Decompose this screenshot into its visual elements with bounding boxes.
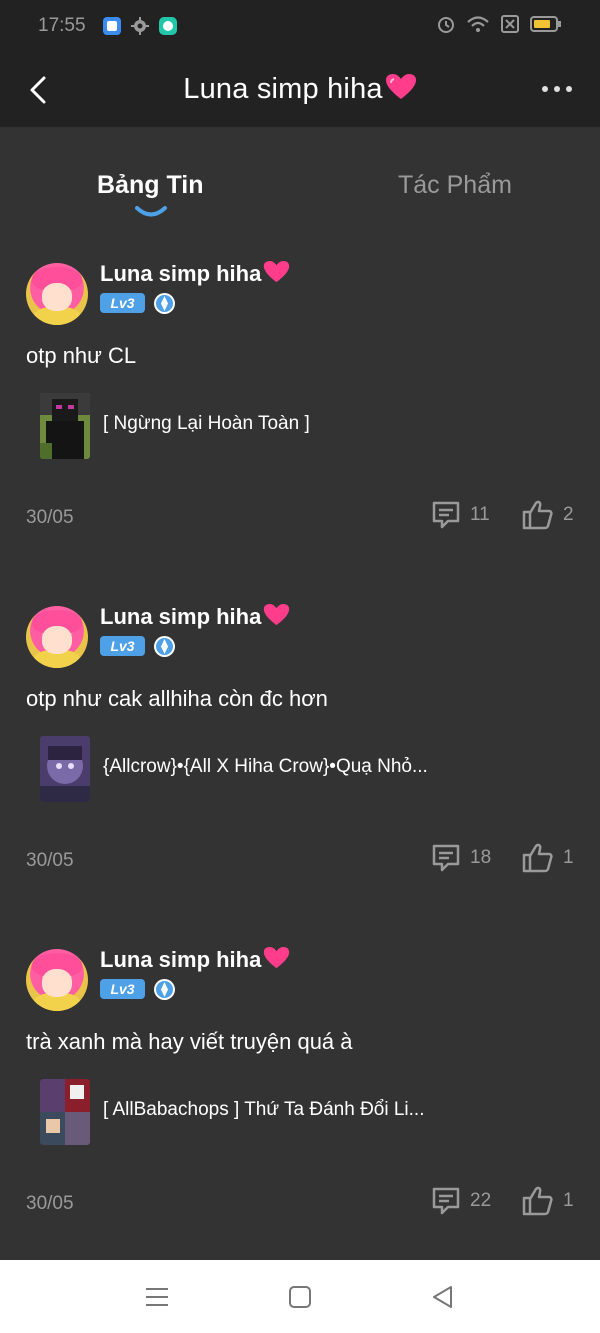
linked-work[interactable]: [ Ngừng Lại Hoàn Toàn ] [40,393,580,461]
page-title: Luna simp hiha [183,73,417,106]
like-count: 1 [563,1190,574,1211]
post-author[interactable]: Luna simp hiha [100,260,290,287]
system-nav-bar [0,1260,600,1333]
comment-icon [432,1187,460,1215]
thumbs-up-icon [522,1186,553,1216]
feed-post[interactable]: Luna simp hiha Lv3 trà xanh mà hay viết … [0,933,600,1276]
comment-count: 18 [470,847,492,868]
like-count: 1 [563,847,574,868]
like-button[interactable]: 2 [521,497,574,533]
thumbs-up-icon [522,500,553,530]
tab-bar: Bảng Tin Tác Phẩm [0,127,600,227]
heart-icon [264,261,290,283]
work-title: [ Ngừng Lại Hoàn Toàn ] [103,413,310,434]
page-title-text: Luna simp hiha [183,73,383,105]
post-date: 30/05 [26,1193,74,1214]
work-thumbnail [40,736,90,802]
work-thumbnail [40,1079,90,1145]
heart-icon [264,947,290,969]
top-app-bar: Luna simp hiha [0,52,600,127]
verified-badge-icon [154,636,175,657]
work-title: {Allcrow}•{All X Hiha Crow}•Quạ Nhỏ... [103,756,428,777]
level-badge: Lv3 [100,293,145,313]
comment-button[interactable]: 18 [430,840,491,876]
home-square-icon[interactable] [287,1284,313,1310]
chat-bubble-icon [158,16,178,36]
tab-works[interactable]: Tác Phẩm [398,171,512,200]
avatar[interactable] [26,949,88,1011]
menu-icon[interactable] [144,1284,170,1310]
post-author-name: Luna simp hiha [100,947,262,972]
status-time: 17:55 [38,15,86,36]
verified-badge-icon [154,979,175,1000]
thumbs-up-icon [522,843,553,873]
heart-icon [264,604,290,626]
level-badge: Lv3 [100,636,145,656]
comment-button[interactable]: 22 [430,1183,491,1219]
post-date: 30/05 [26,507,74,528]
comment-button[interactable]: 11 [430,497,490,533]
post-content: otp như cak allhiha còn đc hơn [26,686,328,711]
post-author-name: Luna simp hiha [100,261,262,286]
level-badge: Lv3 [100,979,145,999]
post-author-name: Luna simp hiha [100,604,262,629]
comment-count: 11 [470,504,490,525]
avatar[interactable] [26,263,88,325]
post-date: 30/05 [26,850,74,871]
work-thumbnail [40,393,90,459]
feed-post[interactable]: Luna simp hiha Lv3 otp như CL [ Ngừng Lạ… [0,247,600,590]
battery-icon [530,15,562,38]
post-author[interactable]: Luna simp hiha [100,946,290,973]
like-count: 2 [563,504,574,525]
more-dots-icon[interactable] [542,86,572,92]
sim-off-icon [500,14,520,39]
like-button[interactable]: 1 [521,1183,574,1219]
tab-active-indicator [135,206,167,217]
back-triangle-icon[interactable] [430,1284,456,1310]
alarm-icon [436,14,456,39]
like-button[interactable]: 1 [521,840,574,876]
feed-post[interactable]: Luna simp hiha Lv3 otp như cak allhiha c… [0,590,600,933]
linked-work[interactable]: [ AllBabachops ] Thứ Ta Đánh Đổi Li... [40,1079,580,1147]
comment-icon [432,501,460,529]
wifi-icon [466,14,490,39]
post-content: otp như CL [26,343,137,368]
app-blue-icon [102,16,122,36]
gear-icon [130,16,150,36]
chevron-left-icon[interactable] [24,74,54,106]
post-content: trà xanh mà hay viết truyện quá à [26,1029,353,1054]
comment-icon [432,844,460,872]
tab-news-feed[interactable]: Bảng Tin [97,171,203,200]
work-title: [ AllBabachops ] Thứ Ta Đánh Đổi Li... [103,1099,425,1120]
post-author[interactable]: Luna simp hiha [100,603,290,630]
status-right-icons [436,14,562,39]
status-bar: 17:55 [0,0,600,52]
heart-icon [385,74,416,99]
verified-badge-icon [154,293,175,314]
comment-count: 22 [470,1190,492,1211]
avatar[interactable] [26,606,88,668]
linked-work[interactable]: {Allcrow}•{All X Hiha Crow}•Quạ Nhỏ... [40,736,580,804]
